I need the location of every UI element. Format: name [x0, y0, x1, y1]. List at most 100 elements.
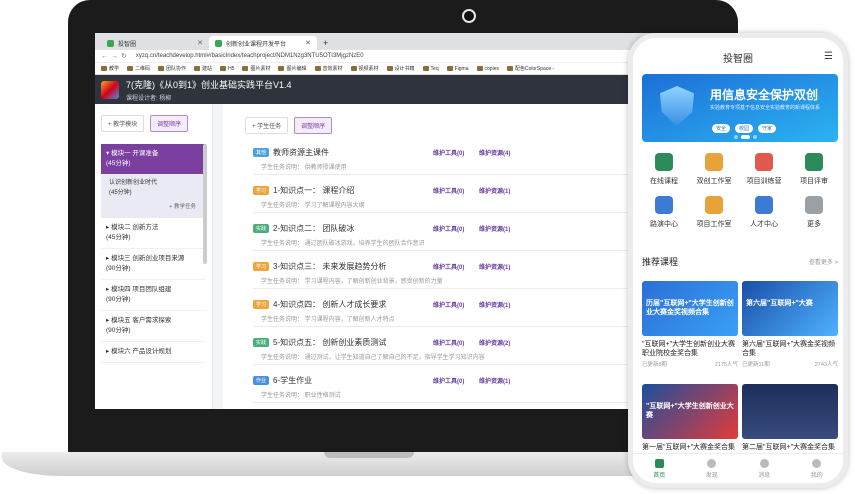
feature-item[interactable]: 项目评审 — [789, 153, 839, 186]
module-duration: (90分钟) — [106, 265, 131, 272]
feature-item[interactable]: 人才中心 — [739, 196, 789, 229]
course-card[interactable]: 第六届"互联网+"大赛 第六届"互联网+"大赛金奖视频合集 已更新11期 2743人气 — [742, 281, 838, 368]
course-episodes: 已更新11期 — [742, 362, 770, 368]
reorder-lessons-button[interactable]: 调整顺序 — [294, 116, 333, 134]
bookmark-item[interactable]: 教学 — [101, 65, 119, 72]
module-item[interactable]: ▸ 模块二 创新方法 (45分钟) — [101, 218, 206, 249]
maintain-tools-link[interactable]: 维护工具(0) — [433, 338, 479, 347]
laptop-screen: 投智圈 ✕ 创新创业课程开发平台 ✕ + ←→↻ xyzq.cn/teachdeve… — [95, 33, 707, 409]
add-module-button[interactable]: + 教学模块 — [101, 114, 145, 132]
lesson-type-badge: 学习 — [253, 299, 270, 309]
scrollbar[interactable] — [203, 144, 207, 264]
reorder-modules-button[interactable]: 调整顺序 — [150, 114, 189, 132]
maintain-resources-link[interactable]: 维护资源(1) — [479, 262, 510, 271]
module-item-active[interactable]: ▾ 模块一 开课准备 (45分钟) — [101, 144, 206, 174]
course-card[interactable]: 历届"互联网+"大学生创新创业大赛金奖视频合集 "互联网+"大学生创新创业大赛职业… — [642, 281, 738, 368]
bookmark-item[interactable]: 二维码 — [127, 65, 150, 72]
feature-item[interactable]: 路演中心 — [639, 196, 689, 229]
url-field[interactable]: xyzq.cn/teachdevelop.html#/basicIndex/te… — [136, 53, 364, 59]
course-card[interactable]: 第二届"互联网+"大赛金奖合集 — [742, 384, 838, 463]
add-student-task-button[interactable]: + 学生任务 — [245, 116, 289, 134]
banner[interactable]: 用信息安全保护双创 实验教育专项基于信息安全实验教育的新课程体系 安全 校园 守… — [642, 74, 838, 142]
module-item[interactable]: ▸ 模块三 创新创业项目来源 (90分钟) — [101, 249, 206, 280]
close-icon[interactable]: ✕ — [197, 39, 203, 47]
maintain-resources-link[interactable]: 维护资源(1) — [479, 376, 510, 385]
module-item[interactable]: ▸ 模块四 项目团队组建 (90分钟) — [101, 280, 206, 311]
maintain-tools-link[interactable]: 维护工具(0) — [433, 186, 479, 195]
carousel-dot[interactable] — [734, 135, 738, 139]
course-title: "互联网+"大学生创新创业大赛职业院校金奖合集 — [642, 341, 736, 357]
feature-item[interactable]: 双创工作室 — [689, 153, 739, 186]
lesson-row[interactable]: 学习 4-知识点四： 创新人才成长要求 维护工具(0) 维护资源(1) 学生任务说明： … — [253, 297, 643, 327]
module-panel: + 教学模块 调整顺序 ▾ 模块一 开课准备 (45分钟) 认识创新创业时代 (… — [95, 104, 213, 409]
course-designer: 课程设计者: 杨柳 — [126, 95, 172, 102]
bookmark-item[interactable]: copies — [477, 66, 499, 72]
feature-label: 项目工作室 — [696, 221, 732, 228]
bookmark-item[interactable]: 图片编辑 — [278, 65, 306, 72]
bookmark-item[interactable]: H5 — [220, 66, 234, 72]
module-title: ▸ 模块六 产品设计规划 — [106, 348, 172, 355]
bookmark-item[interactable]: 音效素材 — [315, 65, 343, 72]
maintain-resources-link[interactable]: 维护资源(1) — [479, 224, 510, 233]
close-icon[interactable]: ✕ — [305, 39, 311, 47]
recommend-header: 推荐课程 查看更多 > — [642, 255, 838, 268]
bookmark-item[interactable]: 团队协作 — [158, 65, 186, 72]
maintain-tools-link[interactable]: 维护工具(0) — [433, 148, 479, 157]
course-thumbnail: "互联网+"大学生创新创业大赛 — [642, 384, 738, 439]
nav-item[interactable]: 消息 — [738, 454, 791, 483]
feature-item[interactable]: 在线课程 — [639, 153, 689, 186]
bookmark-item[interactable]: 图片素材 — [242, 65, 270, 72]
bookmark-item[interactable]: 视频素材 — [351, 65, 379, 72]
bookmark-item[interactable]: 设计书籍 — [387, 65, 415, 72]
feature-item[interactable]: 项目工作室 — [689, 196, 739, 229]
lesson-row[interactable]: 实践 2-知识点二： 团队破冰 维护工具(0) 维护资源(1) 学生任务说明： 通过团队… — [253, 221, 643, 251]
menu-icon[interactable]: ☰ — [824, 51, 833, 62]
carousel-dot[interactable] — [753, 135, 757, 139]
module-subitem[interactable]: 认识创新创业时代 (45分钟) + 教学任务 — [101, 174, 206, 218]
lesson-row[interactable]: 实践 5-知识点五： 创新创业素质测试 维护工具(0) 维护资源(2) 学生任务说明： … — [253, 335, 643, 365]
maintain-resources-link[interactable]: 维护资源(1) — [479, 300, 510, 309]
browser-tab[interactable]: 投智圈 ✕ — [101, 36, 209, 50]
feature-item[interactable]: 更多 — [789, 196, 839, 229]
module-item[interactable]: ▸ 模块五 客户需求探索 (90分钟) — [101, 311, 206, 342]
feature-label: 更多 — [807, 221, 821, 228]
nav-item[interactable]: 我的 — [791, 454, 844, 483]
carousel-dots[interactable] — [734, 135, 757, 139]
briefcase-icon — [705, 196, 723, 214]
add-task-button[interactable]: + 教学任务 — [109, 198, 198, 214]
maintain-resources-link[interactable]: 维护资源(2) — [479, 338, 510, 347]
maintain-resources-link[interactable]: 维护资源(1) — [479, 186, 510, 195]
address-bar: ←→↻ xyzq.cn/teachdevelop.html#/basicInde… — [95, 50, 707, 63]
browser-tab-active[interactable]: 创新创业课程开发平台 ✕ — [209, 36, 317, 50]
bookmark-item[interactable]: 建站 — [194, 65, 212, 72]
lesson-row[interactable]: 其他 教师资源主课件 维护工具(0) 维护资源(4) 学生任务说明： 供教师授课使用 — [253, 145, 643, 175]
module-item[interactable]: ▸ 模块六 产品设计规划 — [101, 342, 206, 363]
nav-item[interactable]: 发现 — [686, 454, 739, 483]
maintain-tools-link[interactable]: 维护工具(0) — [433, 376, 479, 385]
laptop-base — [2, 452, 737, 476]
course-episodes: 已更新8期 — [642, 362, 668, 368]
thumbnail-text: 历届"互联网+"大学生创新创业大赛金奖视频合集 — [646, 300, 734, 316]
course-thumbnail: 第六届"互联网+"大赛 — [742, 281, 838, 336]
bookmark-item[interactable]: 配色ColorSpace - — [507, 65, 554, 72]
nav-item[interactable]: 首页 — [633, 454, 686, 483]
course-card[interactable]: "互联网+"大学生创新创业大赛 第一届"互联网+"大赛金奖合集 — [642, 384, 738, 463]
phone-frame: 投智圈 ☰ 用信息安全保护双创 实验教育专项基于信息安全实验教育的新课程体系 安… — [628, 33, 848, 488]
nav-arrows-icon[interactable]: ←→↻ — [101, 52, 130, 60]
carousel-dot-active[interactable] — [741, 135, 750, 139]
new-tab-button[interactable]: + — [317, 36, 334, 50]
see-more-link[interactable]: 查看更多 > — [809, 257, 838, 266]
course-thumbnail — [742, 384, 838, 439]
maintain-tools-link[interactable]: 维护工具(0) — [433, 300, 479, 309]
lesson-row[interactable]: 作业 6-学生作业 维护工具(0) 维护资源(1) 学生任务说明： 职业性格测试 — [253, 373, 643, 403]
bookmark-item[interactable]: Teq — [423, 66, 439, 72]
banner-pill: 安全 — [712, 124, 731, 133]
page-title: 7(克隆)《从0到1》创业基础实践平台V1.4 — [126, 79, 292, 90]
feature-item[interactable]: 项目训练营 — [739, 153, 789, 186]
lesson-row[interactable]: 学习 3-知识点三： 未来发展趋势分析 维护工具(0) 维护资源(1) 学生任务说明： … — [253, 259, 643, 289]
bookmark-item[interactable]: Figma — [447, 66, 469, 72]
maintain-tools-link[interactable]: 维护工具(0) — [433, 262, 479, 271]
maintain-tools-link[interactable]: 维护工具(0) — [433, 224, 479, 233]
maintain-resources-link[interactable]: 维护资源(4) — [479, 148, 510, 157]
lesson-row[interactable]: 学习 1-知识点一： 课程介绍 维护工具(0) 维护资源(1) 学生任务说明： 学习了解… — [253, 183, 643, 213]
